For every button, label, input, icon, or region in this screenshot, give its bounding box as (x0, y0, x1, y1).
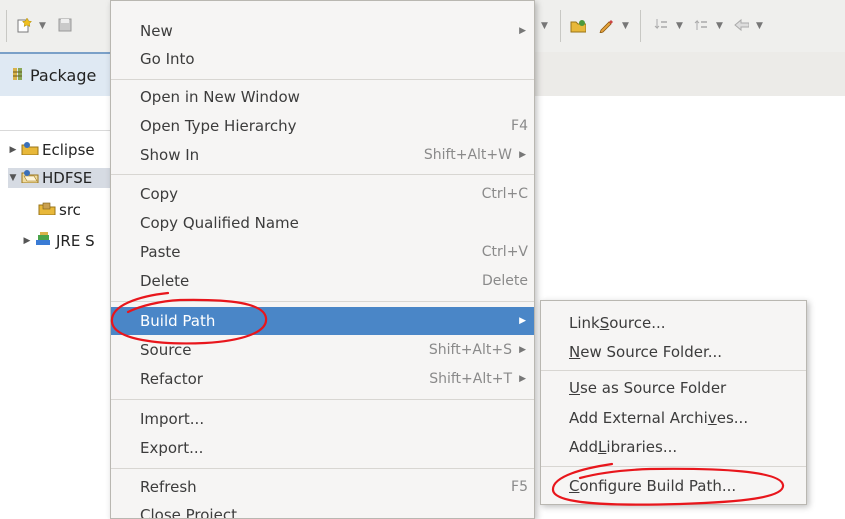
java-project-icon (21, 141, 39, 159)
submenu-item-link-source[interactable]: Link Source... (541, 309, 806, 337)
previous-annotation-icon[interactable] (693, 17, 709, 33)
tree-item-src[interactable]: src (38, 200, 81, 220)
menu-item-delete[interactable]: Delete Delete (111, 267, 534, 295)
tree-item-eclipse[interactable]: ▶ Eclipse (8, 140, 95, 160)
back-icon[interactable] (733, 17, 749, 33)
submenu-arrow-icon: ▶ (519, 150, 526, 160)
source-folder-icon (38, 201, 56, 219)
menu-item-go-into[interactable]: Go Into (111, 45, 534, 73)
submenu-arrow-icon: ▶ (519, 374, 526, 384)
menu-item-close-project[interactable]: Close Project (111, 501, 534, 518)
menu-item-open-in-new-window[interactable]: Open in New Window (111, 83, 534, 111)
tree-item-label: JRE S (56, 232, 95, 250)
submenu-item-add-external-archives[interactable]: Add External Archi v es... (541, 404, 806, 432)
menu-separator (111, 174, 534, 175)
next-annotation-icon[interactable] (653, 17, 669, 33)
tree-item-label: Eclipse (42, 141, 95, 159)
toolbar-separator (640, 10, 641, 42)
tree-item-label: src (59, 201, 81, 219)
menu-separator (111, 468, 534, 469)
menu-separator (111, 399, 534, 400)
chevron-down-icon[interactable]: ▼ (541, 21, 548, 31)
view-divider (0, 130, 110, 131)
chevron-down-icon[interactable]: ▼ (39, 21, 46, 31)
menu-item-new[interactable]: New ▶ (111, 17, 534, 45)
expand-arrow-icon[interactable]: ▶ (8, 145, 18, 155)
submenu-arrow-icon: ▶ (519, 26, 526, 36)
chevron-down-icon[interactable]: ▼ (622, 21, 629, 31)
menu-item-export[interactable]: Export... (111, 434, 534, 462)
save-icon[interactable] (57, 17, 73, 33)
open-project-icon[interactable] (570, 17, 586, 33)
package-explorer-tab[interactable]: Package (0, 52, 120, 96)
menu-item-copy[interactable]: Copy Ctrl+C (111, 180, 534, 208)
collapse-arrow-icon[interactable]: ▼ (8, 173, 18, 183)
build-path-submenu: Link Source... New Source Folder... Use … (540, 300, 807, 505)
new-wizard-icon[interactable] (16, 17, 32, 33)
submenu-arrow-icon: ▶ (519, 345, 526, 355)
menu-item-paste[interactable]: Paste Ctrl+V (111, 238, 534, 266)
submenu-arrow-icon: ▶ (519, 316, 526, 326)
tree-item-hdfse[interactable]: ▼ HDFSE (8, 168, 110, 188)
menu-item-show-in[interactable]: Show In Shift+Alt+W ▶ (111, 141, 534, 169)
menu-item-build-path[interactable]: Build Path ▶ (111, 307, 534, 335)
submenu-item-use-as-source-folder[interactable]: Use as Source Folder (541, 374, 806, 402)
java-project-icon (21, 169, 39, 187)
submenu-item-add-libraries[interactable]: Add Libraries... (541, 433, 806, 461)
menu-item-source[interactable]: Source Shift+Alt+S ▶ (111, 336, 534, 364)
submenu-item-new-source-folder[interactable]: New Source Folder... (541, 338, 806, 366)
submenu-separator (541, 370, 806, 371)
submenu-item-configure-build-path[interactable]: Configure Build Path... (541, 472, 806, 500)
chevron-down-icon[interactable]: ▼ (756, 21, 763, 31)
toolbar-separator (560, 10, 561, 42)
menu-item-refresh[interactable]: Refresh F5 (111, 473, 534, 501)
toolbar-separator (6, 10, 7, 42)
menu-item-copy-qualified-name[interactable]: Copy Qualified Name (111, 209, 534, 237)
tree-item-jre[interactable]: ▶ JRE S (22, 231, 95, 251)
menu-item-import[interactable]: Import... (111, 405, 534, 433)
menu-item-open-type-hierarchy[interactable]: Open Type Hierarchy F4 (111, 112, 534, 140)
menu-separator (111, 79, 534, 80)
pencil-icon[interactable] (598, 17, 614, 33)
submenu-separator (541, 466, 806, 467)
expand-arrow-icon[interactable]: ▶ (22, 236, 32, 246)
package-explorer-tab-label: Package (30, 65, 97, 85)
chevron-down-icon[interactable]: ▼ (716, 21, 723, 31)
menu-item-refactor[interactable]: Refactor Shift+Alt+T ▶ (111, 365, 534, 393)
menu-separator (111, 301, 534, 302)
context-menu: New ▶ Go Into Open in New Window Open Ty… (110, 0, 535, 519)
library-icon (35, 232, 53, 250)
tree-item-label: HDFSE (42, 169, 93, 187)
chevron-down-icon[interactable]: ▼ (676, 21, 683, 31)
package-explorer-icon (12, 66, 24, 85)
